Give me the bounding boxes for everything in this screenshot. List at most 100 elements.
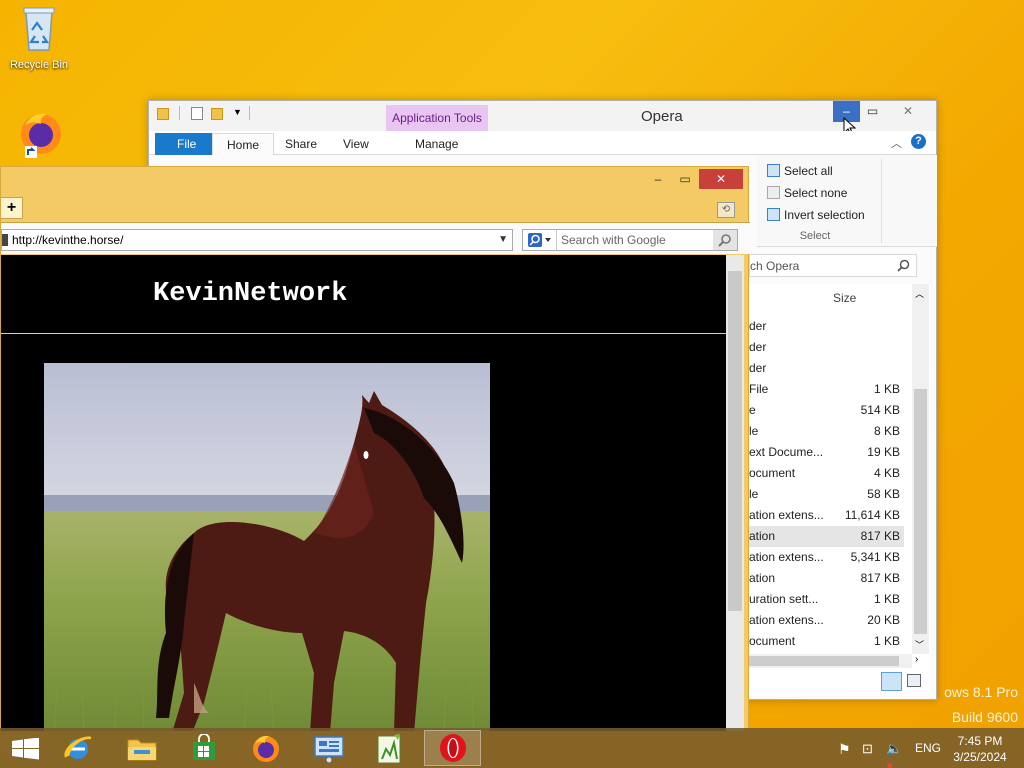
explorer-titlebar[interactable]: ▼ Application Tools Opera – ▭ ✕ [149, 101, 936, 136]
invert-selection-label: Invert selection [784, 208, 865, 222]
collapse-ribbon-icon[interactable]: ︿ [891, 135, 902, 151]
file-explorer-icon [127, 739, 157, 761]
file-row[interactable]: File 1 KB [749, 379, 904, 400]
details-view-icon[interactable] [881, 672, 902, 691]
firefox-shortcut[interactable] [4, 108, 74, 161]
file-type-cell: der [749, 361, 767, 375]
file-type-cell: der [749, 340, 767, 354]
file-row[interactable]: ation 817 KB [749, 526, 904, 547]
properties-icon[interactable] [191, 107, 203, 120]
taskbar-remote-desktop[interactable] [301, 730, 358, 766]
new-tab-button[interactable]: + [1, 197, 23, 219]
column-header-size[interactable]: Size [833, 291, 856, 305]
page-scrollbar[interactable] [726, 255, 744, 731]
tab-manage[interactable]: Manage [401, 133, 472, 155]
tab-list-button[interactable]: ⟲ [717, 202, 735, 218]
firefox-icon [253, 735, 279, 762]
file-type-cell: ation [749, 571, 776, 585]
file-type-cell: le [749, 487, 759, 501]
horse-image [44, 363, 490, 731]
action-center-flag-icon[interactable]: ⚑ [838, 741, 851, 758]
file-row[interactable]: ocument 1 KB [749, 631, 904, 652]
window-title: Opera [641, 108, 683, 125]
file-row[interactable]: le 8 KB [749, 421, 904, 442]
close-button[interactable]: ✕ [885, 101, 931, 122]
recycle-bin-shortcut[interactable]: Recycle Bin [4, 6, 74, 71]
file-row[interactable]: ation 817 KB [749, 568, 904, 589]
select-none-button[interactable]: Select none [767, 186, 847, 200]
large-icons-view-icon[interactable] [907, 674, 921, 687]
file-row[interactable]: ation extens... 20 KB [749, 610, 904, 631]
navigation-bar: http://kevinthe.horse/ ▼ Search with Goo… [1, 222, 750, 254]
clock[interactable]: 7:45 PM 3/25/2024 [940, 733, 1020, 765]
file-row[interactable]: der [749, 316, 904, 337]
help-icon[interactable]: ? [911, 134, 926, 149]
horizontal-scrollbar[interactable] [749, 654, 912, 668]
tab-share[interactable]: Share [271, 133, 331, 155]
maximize-button[interactable]: ▭ [859, 101, 886, 122]
file-size-cell: 1 KB [873, 634, 900, 648]
divider [881, 159, 882, 243]
invert-selection-icon [767, 208, 780, 221]
url-dropdown-icon[interactable]: ▼ [498, 230, 508, 250]
page-scrollbar-thumb[interactable] [728, 271, 742, 611]
web-search-input[interactable]: Search with Google [522, 229, 738, 251]
notepad-plus-icon [377, 734, 401, 764]
file-row[interactable]: ation extens... 5,341 KB [749, 547, 904, 568]
file-type-cell: uration sett... [749, 592, 819, 606]
file-row[interactable]: ation extens... 11,614 KB [749, 505, 904, 526]
file-row[interactable]: uration sett... 1 KB [749, 589, 904, 610]
taskbar-opera[interactable] [424, 730, 481, 766]
file-size-cell: 11,614 KB [844, 508, 900, 522]
browser-close-button[interactable]: ✕ [699, 169, 743, 189]
tab-list-icon: ⟲ [721, 204, 731, 215]
taskbar-file-explorer[interactable] [114, 730, 171, 766]
windows-logo-icon [12, 737, 39, 760]
scrollbar-thumb[interactable] [914, 389, 927, 634]
file-row[interactable]: ocument 4 KB [749, 463, 904, 484]
taskbar-firefox[interactable] [238, 730, 295, 766]
search-engine-selector[interactable] [523, 230, 557, 250]
tab-file[interactable]: File [155, 133, 219, 155]
customize-qat-icon[interactable]: ▼ [233, 107, 242, 117]
taskbar-internet-explorer[interactable] [50, 730, 107, 766]
address-bar[interactable]: http://kevinthe.horse/ ▼ [1, 229, 513, 251]
scroll-right-icon[interactable]: › [915, 654, 918, 665]
vertical-scrollbar[interactable]: ︿ ﹀ [912, 284, 929, 654]
scroll-up-icon[interactable]: ︿ [915, 287, 924, 300]
file-type-cell: ocument [749, 466, 796, 480]
tab-home[interactable]: Home [212, 133, 275, 155]
search-go-button[interactable] [713, 230, 737, 250]
taskbar-store[interactable] [176, 730, 233, 766]
hscroll-thumb[interactable] [749, 656, 899, 666]
search-placeholder: ch Opera [750, 259, 800, 273]
browser-maximize-button[interactable]: ▭ [672, 169, 698, 189]
browser-minimize-button[interactable]: – [645, 169, 671, 189]
file-size-cell: 817 KB [860, 529, 900, 543]
network-icon[interactable]: ⊡ [862, 741, 873, 757]
file-row[interactable]: der [749, 337, 904, 358]
recycle-bin-label: Recycle Bin [9, 59, 69, 71]
tab-view[interactable]: View [329, 133, 383, 155]
maximize-icon: ▭ [679, 172, 691, 186]
select-group-label: Select [799, 230, 831, 242]
new-folder-icon[interactable] [211, 108, 223, 120]
search-input[interactable]: ch Opera [749, 254, 917, 277]
invert-selection-button[interactable]: Invert selection [767, 208, 865, 222]
start-button[interactable] [12, 737, 40, 763]
file-size-cell: 817 KB [860, 571, 900, 585]
recycle-bin-icon [23, 7, 55, 51]
browser-window: – ▭ ✕ + ⟲ http://kevinthe.horse/ ▼ Searc… [0, 166, 750, 731]
file-row[interactable]: der [749, 358, 904, 379]
taskbar-notepad-plus[interactable] [362, 730, 419, 766]
file-row[interactable]: e 514 KB [749, 400, 904, 421]
file-size-cell: 5,341 KB [850, 550, 900, 564]
minimize-icon: – [654, 172, 662, 186]
volume-muted-icon[interactable]: 🔈✕ [886, 741, 902, 768]
scroll-down-icon[interactable]: ﹀ [915, 638, 924, 651]
file-type-cell: File [749, 382, 769, 396]
file-row[interactable]: le 58 KB [749, 484, 904, 505]
input-language-indicator[interactable]: ENG [915, 741, 941, 755]
file-row[interactable]: ext Docume... 19 KB [749, 442, 904, 463]
select-all-button[interactable]: Select all [767, 164, 833, 178]
